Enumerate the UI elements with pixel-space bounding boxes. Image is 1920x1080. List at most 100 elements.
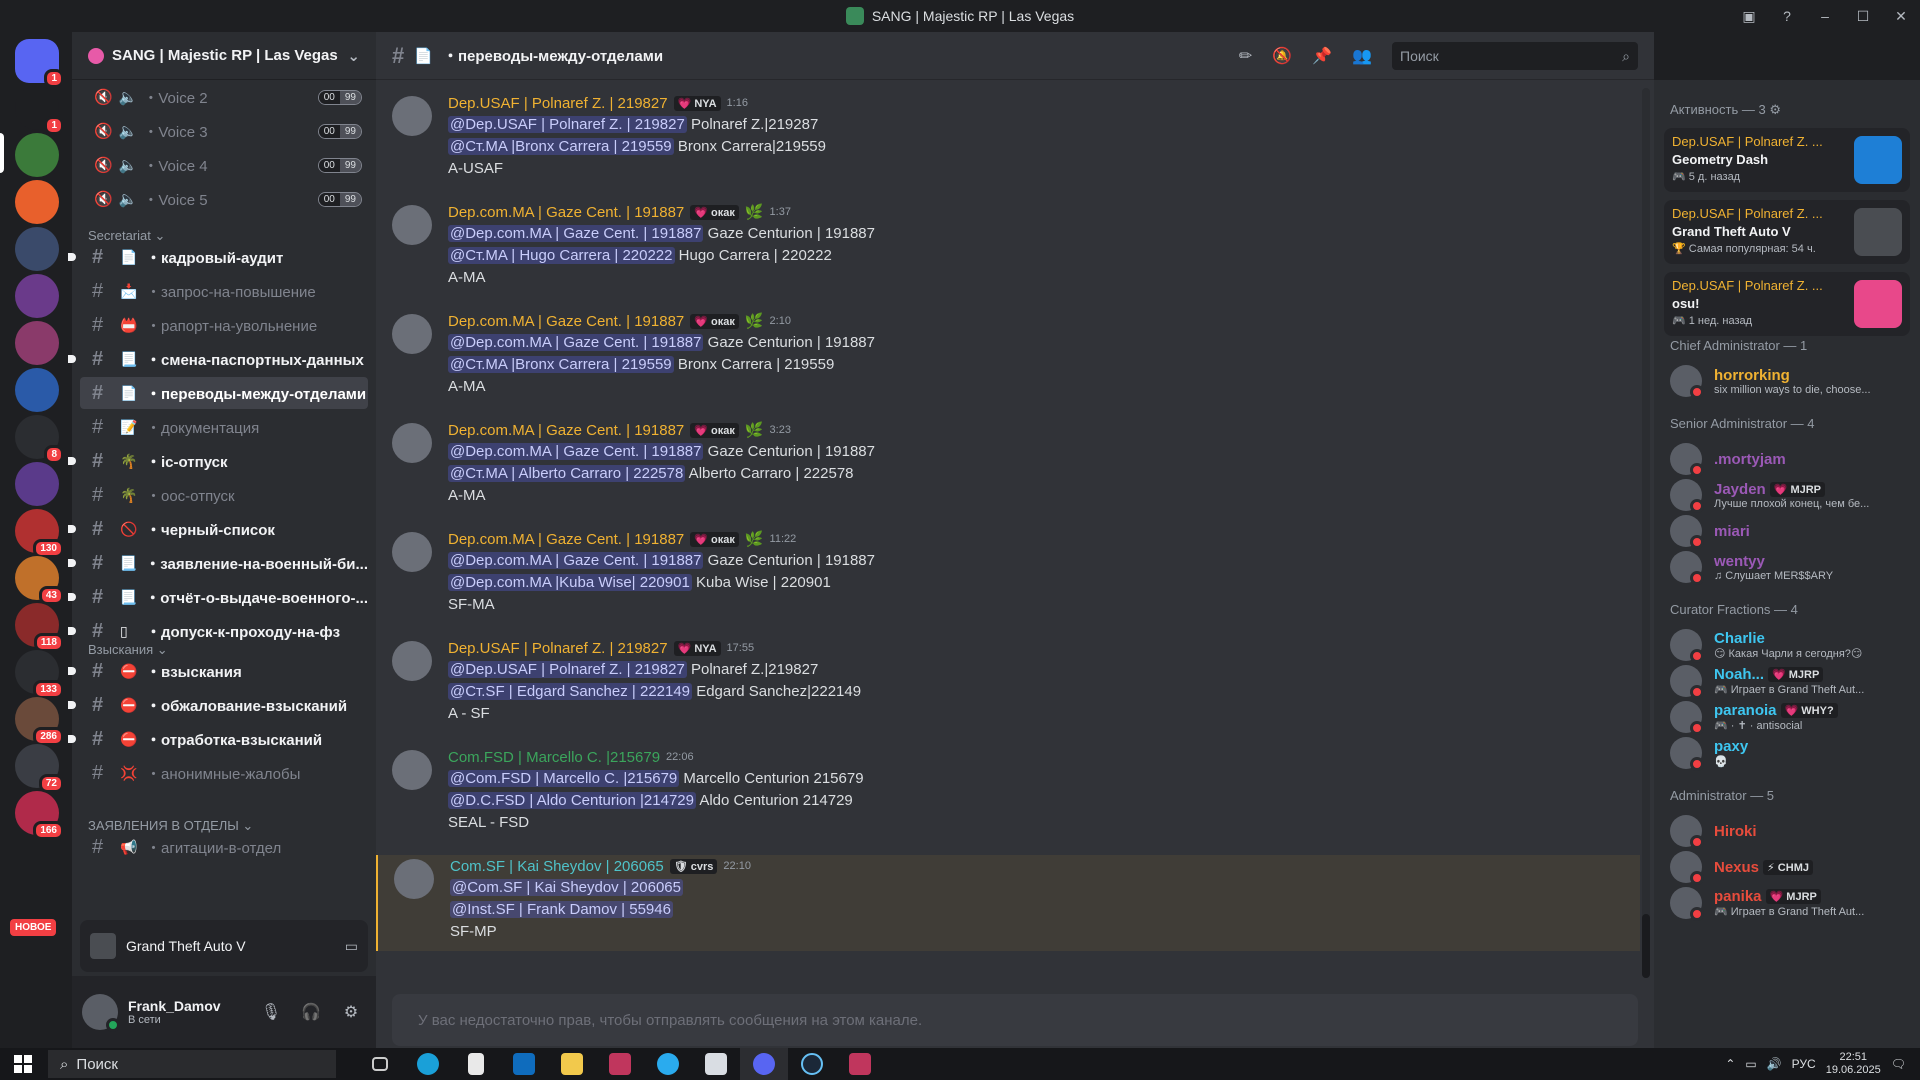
avatar[interactable] [392,641,432,681]
server-icon[interactable] [15,274,59,318]
server-icon[interactable]: 130 [15,509,64,558]
edge-icon[interactable] [404,1048,452,1080]
close-button[interactable]: ✕ [1882,8,1920,25]
windows-start-icon[interactable] [14,1055,32,1073]
outlook-icon[interactable] [500,1048,548,1080]
voice-channel[interactable]: 🔇 🔈 ・Voice 3 00 99 [80,116,368,146]
threads-icon[interactable]: ✏ [1239,46,1252,66]
message[interactable]: Com.SF | Kai Sheydov | 206065 🛡 cvrs 22:10… [376,855,1640,951]
activity-card[interactable]: Dep.USAF | Polnaref Z. ... osu! 🎮 1 нед. н… [1664,272,1910,336]
author-name[interactable]: Com.FSD | Marcello C. |215679 [448,749,660,766]
text-channel[interactable]: # ⛔ ・взыскания [68,655,368,687]
settings-gear-icon[interactable]: ⚙ [336,1002,366,1022]
inbox-icon[interactable]: ▣ [1730,8,1768,25]
member-list-icon[interactable]: 👥 [1352,46,1372,66]
avatar[interactable] [392,314,432,354]
text-channel[interactable]: # 🚫 ・черный-список [68,513,368,545]
text-channel[interactable]: # ⛔ ・обжалование-взысканий [68,689,368,721]
server-icon[interactable]: 286 [15,697,64,746]
server-icon[interactable]: 72 [15,744,64,793]
message[interactable]: Dep.USAF | Polnaref Z. | 219827 💗 NYA 17:5… [376,637,1640,733]
voice-channel[interactable]: 🔇 🔈 ・Voice 5 00 99 [80,184,368,214]
server-icon[interactable]: 133 [15,650,64,699]
user-mention[interactable]: @D.C.FSD | Aldo Centurion |214729 [448,792,696,809]
user-mention[interactable]: @Ст.SF | Edgard Sanchez | 222149 [448,683,693,700]
task-view-icon[interactable] [356,1048,404,1080]
user-mention[interactable]: @Ст.MA | Alberto Carraro | 222578 [448,465,686,482]
server-icon[interactable]: 8 [15,415,64,464]
text-channel[interactable]: # 📢 ・агитации-в-отдел [80,831,368,863]
user-mention[interactable]: @Com.SF | Kai Sheydov | 206065 [450,879,683,896]
server-tag[interactable]: 💗 окак [690,313,739,329]
avatar[interactable] [392,205,432,245]
scrollbar-track[interactable] [1642,88,1650,978]
voice-channel[interactable]: 🔇 🔈 ・Voice 4 00 99 [80,150,368,180]
activity-card[interactable]: Dep.USAF | Polnaref Z. ... Grand Theft Au… [1664,200,1910,264]
server-tag[interactable]: 💗 NYA [673,640,721,656]
author-name[interactable]: Dep.USAF | Polnaref Z. | 219827 [448,95,668,112]
server-tag[interactable]: 💗 окак [690,204,739,220]
message[interactable]: Dep.com.MA | Gaze Cent. | 191887 💗 окак 🌿 2… [376,310,1640,406]
author-name[interactable]: Dep.com.MA | Gaze Cent. | 191887 [448,313,684,330]
text-channel[interactable]: # 💢 ・анонимные-жалобы [80,757,368,789]
server-tag[interactable]: 🛡 cvrs [669,858,718,874]
author-name[interactable]: Dep.com.MA | Gaze Cent. | 191887 [448,204,684,221]
member-item[interactable]: panika 💗 MJRP 🎮 Играет в Grand Theft Aut..… [1662,882,1912,924]
text-channel[interactable]: # 📛 ・рапорт-на-увольнение [80,309,368,341]
user-mention[interactable]: @Com.FSD | Marcello C. |215679 [448,770,680,787]
volume-icon[interactable]: 🔊 [1767,1057,1782,1071]
server-icon[interactable] [15,462,59,506]
user-mention[interactable]: @Ст.MA | Hugo Carrera | 220222 [448,247,675,264]
headphones-icon[interactable]: 🎧 [296,1002,326,1022]
server-icon[interactable] [15,133,59,177]
server-tag[interactable]: 💗 окак [690,531,739,547]
author-name[interactable]: Dep.com.MA | Gaze Cent. | 191887 [448,531,684,548]
member-item[interactable]: horrorking six million ways to die, choos… [1662,360,1912,402]
direct-messages-icon[interactable]: 1 [15,39,64,88]
server-header[interactable]: SANG | Majestic RP | Las Vegas ⌄ [72,32,376,80]
server-icon[interactable] [15,180,59,224]
language-indicator[interactable]: РУС [1792,1057,1816,1071]
text-channel[interactable]: # 🌴 ・ic-отпуск [68,445,368,477]
avatar[interactable] [394,859,434,899]
server-icon[interactable] [15,321,59,365]
app-icon[interactable] [596,1048,644,1080]
discord-icon[interactable] [740,1048,788,1080]
now-playing-panel[interactable]: Grand Theft Auto V ▭ [80,920,368,972]
voice-channel[interactable]: 🔇 🔈 ・Voice 2 00 99 [80,82,368,112]
message[interactable]: Com.FSD | Marcello C. |215679 22:06 @Com.F… [376,746,1640,842]
member-item[interactable]: wentyy ♫ Слушает MER$$ARY [1662,546,1912,588]
server-icon[interactable]: 166 [15,791,64,840]
avatar[interactable] [82,994,120,1032]
user-mention[interactable]: @Dep.com.MA | Gaze Cent. | 191887 [448,225,704,242]
server-icon[interactable] [15,368,59,412]
minimize-button[interactable]: – [1806,8,1844,24]
avatar[interactable] [392,423,432,463]
new-unreads-badge[interactable]: НОВОЕ [10,919,57,936]
steam-icon[interactable] [788,1048,836,1080]
server-tag[interactable]: 💗 NYA [673,95,721,111]
text-channel[interactable]: # ⛔ ・отработка-взысканий [68,723,368,755]
user-mention[interactable]: @Ст.MA |Bronx Carrera | 219559 [448,138,674,155]
server-tag[interactable]: 💗 окак [690,422,739,438]
user-mention[interactable]: @Dep.com.MA | Gaze Cent. | 191887 [448,334,704,351]
notifications-icon[interactable]: 🗨 [1891,1057,1906,1071]
author-name[interactable]: Dep.USAF | Polnaref Z. | 219827 [448,640,668,657]
author-name[interactable]: Com.SF | Kai Sheydov | 206065 [450,858,664,875]
text-channel[interactable]: # 📄 ・переводы-между-отделами [80,377,368,409]
server-icon[interactable]: 1 [15,86,64,135]
telegram-icon[interactable] [644,1048,692,1080]
text-channel[interactable]: # 📩 ・запрос-на-повышение [80,275,368,307]
stream-icon[interactable]: ▭ [345,938,358,955]
avatar[interactable] [392,750,432,790]
message[interactable]: Dep.USAF | Polnaref Z. | 219827 💗 NYA 1:16… [376,92,1640,188]
message[interactable]: Dep.com.MA | Gaze Cent. | 191887 💗 окак 🌿 3… [376,419,1640,515]
message[interactable]: Dep.com.MA | Gaze Cent. | 191887 💗 окак 🌿 1… [376,201,1640,297]
network-icon[interactable]: ▭ [1745,1057,1756,1071]
text-channel[interactable]: # 📃 ・отчёт-о-выдаче-военного-... [68,581,368,613]
notepad-icon[interactable] [452,1048,500,1080]
clock[interactable]: 22:51 19.06.2025 [1826,1051,1881,1077]
text-channel[interactable]: # 📃 ・смена-паспортных-данных [68,343,368,375]
user-mention[interactable]: @Dep.com.MA |Kuba Wise| 220901 [448,574,692,591]
server-icon[interactable]: 118 [15,603,64,652]
